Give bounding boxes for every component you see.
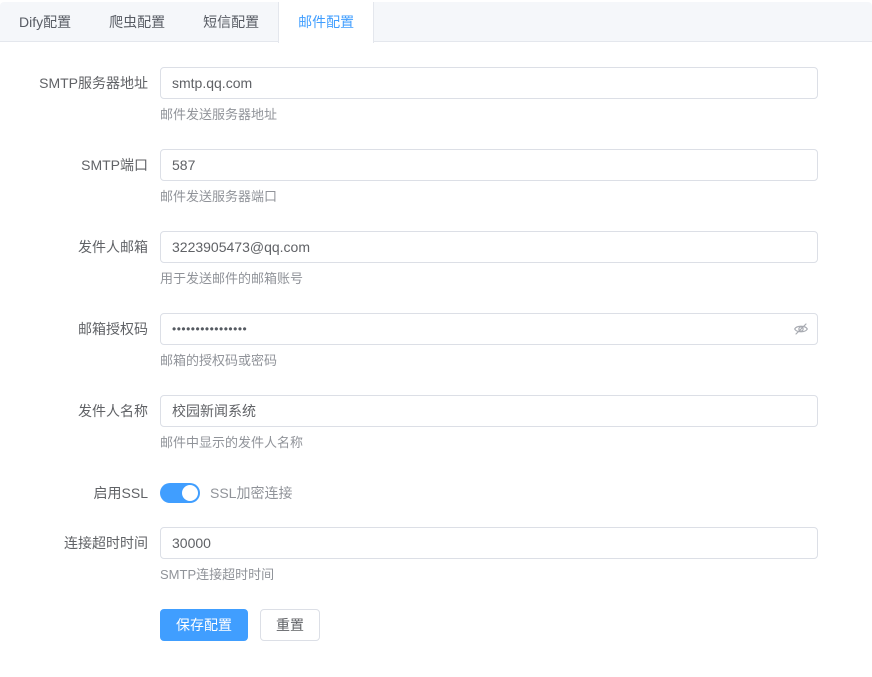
sender-email-input[interactable] bbox=[160, 231, 818, 263]
tab-email-config[interactable]: 邮件配置 bbox=[278, 2, 374, 43]
form-item-smtp-port: SMTP端口 邮件发送服务器端口 bbox=[0, 149, 872, 204]
smtp-port-hint: 邮件发送服务器端口 bbox=[160, 190, 818, 204]
eye-off-icon bbox=[793, 321, 809, 337]
form-actions: 保存配置 重置 bbox=[0, 609, 872, 641]
reset-button[interactable]: 重置 bbox=[260, 609, 320, 641]
tab-crawler-config[interactable]: 爬虫配置 bbox=[90, 2, 184, 43]
auth-code-input[interactable] bbox=[160, 313, 818, 345]
smtp-host-label: SMTP服务器地址 bbox=[0, 67, 160, 122]
form-item-sender-email: 发件人邮箱 用于发送邮件的邮箱账号 bbox=[0, 231, 872, 286]
auth-code-hint: 邮箱的授权码或密码 bbox=[160, 354, 818, 368]
tab-dify-config[interactable]: Dify配置 bbox=[0, 2, 90, 43]
email-config-form: SMTP服务器地址 邮件发送服务器地址 SMTP端口 邮件发送服务器端口 发件人… bbox=[0, 42, 872, 641]
sender-name-hint: 邮件中显示的发件人名称 bbox=[160, 436, 818, 450]
ssl-switch-text: SSL加密连接 bbox=[210, 483, 292, 503]
sender-name-input[interactable] bbox=[160, 395, 818, 427]
switch-knob bbox=[182, 485, 198, 501]
form-item-smtp-host: SMTP服务器地址 邮件发送服务器地址 bbox=[0, 67, 872, 122]
sender-email-label: 发件人邮箱 bbox=[0, 231, 160, 286]
smtp-host-input[interactable] bbox=[160, 67, 818, 99]
sender-email-hint: 用于发送邮件的邮箱账号 bbox=[160, 272, 818, 286]
tab-sms-config[interactable]: 短信配置 bbox=[184, 2, 278, 43]
smtp-port-label: SMTP端口 bbox=[0, 149, 160, 204]
timeout-hint: SMTP连接超时时间 bbox=[160, 568, 818, 582]
form-item-timeout: 连接超时时间 SMTP连接超时时间 bbox=[0, 527, 872, 582]
form-item-sender-name: 发件人名称 邮件中显示的发件人名称 bbox=[0, 395, 872, 450]
smtp-port-input[interactable] bbox=[160, 149, 818, 181]
tabs-header: Dify配置 爬虫配置 短信配置 邮件配置 bbox=[0, 2, 872, 42]
form-item-enable-ssl: 启用SSL SSL加密连接 bbox=[0, 477, 872, 509]
enable-ssl-label: 启用SSL bbox=[0, 477, 160, 509]
timeout-input[interactable] bbox=[160, 527, 818, 559]
sender-name-label: 发件人名称 bbox=[0, 395, 160, 450]
ssl-toggle-switch[interactable] bbox=[160, 483, 200, 503]
auth-code-label: 邮箱授权码 bbox=[0, 313, 160, 368]
toggle-password-visibility-button[interactable] bbox=[793, 321, 809, 337]
smtp-host-hint: 邮件发送服务器地址 bbox=[160, 108, 818, 122]
save-config-button[interactable]: 保存配置 bbox=[160, 609, 248, 641]
actions-spacer bbox=[0, 609, 160, 641]
form-item-auth-code: 邮箱授权码 邮箱的授权码或密码 bbox=[0, 313, 872, 368]
timeout-label: 连接超时时间 bbox=[0, 527, 160, 582]
